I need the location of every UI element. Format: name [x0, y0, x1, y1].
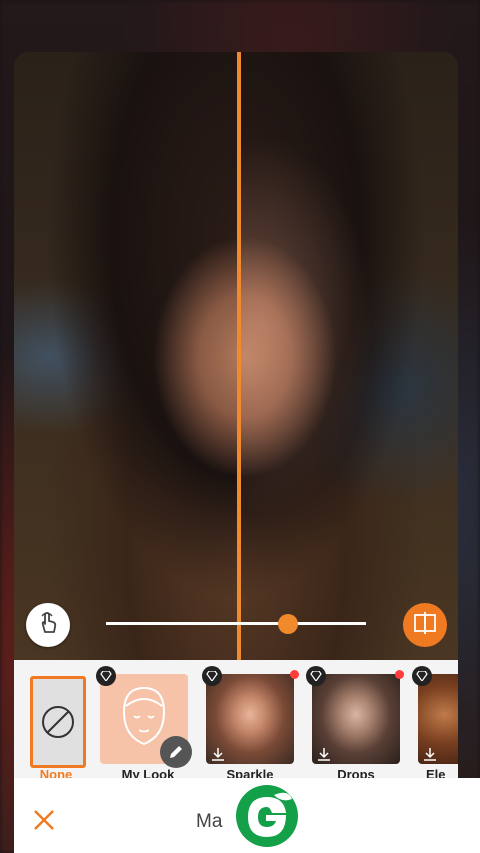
intensity-slider-track[interactable]: [106, 622, 366, 625]
style-label-drops: Drops: [337, 767, 375, 778]
diamond-icon: [96, 666, 116, 686]
download-icon: [210, 746, 226, 767]
style-thumb-none[interactable]: [30, 676, 86, 768]
style-label-ele: Ele: [426, 767, 446, 778]
after-half: [240, 52, 458, 662]
page-title: Ma: [196, 811, 223, 832]
split-compare-icon: [412, 610, 438, 641]
style-label-sparkle: Sparkle: [226, 767, 274, 778]
style-label-none: None: [39, 767, 73, 778]
style-label-my-look: My Look: [121, 767, 175, 778]
compare-button[interactable]: [403, 603, 447, 647]
diamond-icon: [202, 666, 222, 686]
style-thumb-my-look[interactable]: [100, 674, 192, 768]
compare-divider[interactable]: [237, 52, 241, 660]
brand-logo: [236, 785, 298, 847]
gesture-button[interactable]: [26, 603, 70, 647]
diamond-icon: [412, 666, 432, 686]
intensity-slider-thumb[interactable]: [278, 614, 298, 634]
style-thumb-drops[interactable]: [312, 674, 400, 764]
new-badge: [395, 670, 404, 679]
none-icon: [36, 704, 80, 745]
close-icon[interactable]: [32, 808, 56, 832]
diamond-icon: [306, 666, 326, 686]
pencil-icon[interactable]: [160, 736, 192, 768]
download-icon: [316, 746, 332, 767]
style-thumb-sparkle[interactable]: [206, 674, 294, 764]
hand-tap-icon: [35, 610, 61, 641]
style-thumb-ele[interactable]: [418, 674, 458, 764]
style-strip[interactable]: None My Look Sparkle Drops Ele: [14, 660, 458, 778]
new-badge: [290, 670, 299, 679]
style-panel: None My Look Sparkle Drops Ele: [14, 660, 458, 778]
photo-preview[interactable]: [14, 52, 458, 662]
download-icon: [422, 746, 438, 767]
